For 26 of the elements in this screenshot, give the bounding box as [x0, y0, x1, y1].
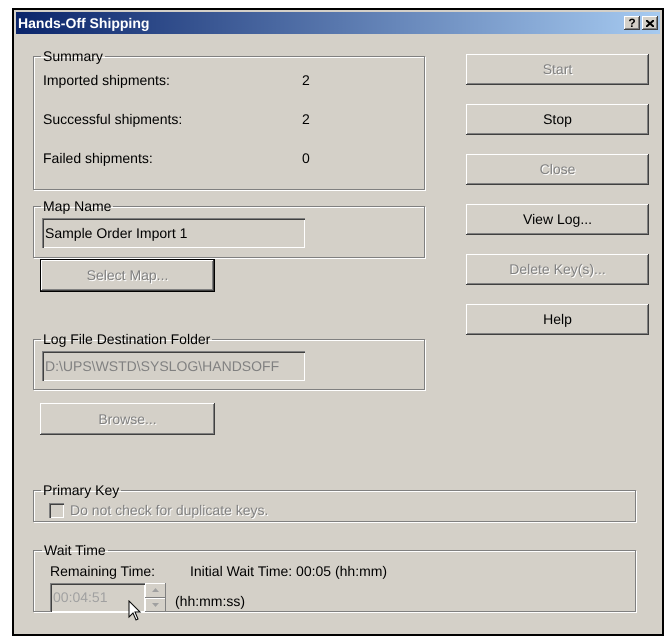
group-label: Wait Time: [43, 541, 107, 560]
down-arrow-icon[interactable]: [145, 598, 166, 612]
help-button[interactable]: ?: [624, 16, 640, 30]
close-button[interactable]: [642, 16, 658, 30]
group-label: Primary Key: [42, 481, 120, 500]
up-arrow-icon[interactable]: [145, 583, 166, 598]
remaining-time-label: Remaining Time:: [50, 562, 156, 581]
mouse-pointer-icon: [128, 600, 142, 622]
group-label: Map Name: [42, 197, 112, 216]
group-label: Summary: [42, 47, 104, 66]
summary-label: Successful shipments:: [43, 110, 184, 129]
summary-value: 0: [302, 148, 310, 168]
map-name-field[interactable]: Sample Order Import 1: [42, 218, 305, 248]
window-title: Hands-Off Shipping: [18, 14, 150, 33]
summary-value: 2: [302, 70, 310, 90]
action-button[interactable]: View Log...: [466, 204, 649, 235]
close-icon: [646, 20, 654, 26]
action-button[interactable]: Help: [466, 304, 649, 335]
initial-wait-time-text: Initial Wait Time: 00:05 (hh:mm): [190, 562, 388, 581]
group-label: Log File Destination Folder: [42, 330, 212, 349]
action-button[interactable]: Stop: [466, 104, 649, 135]
time-format-label: (hh:mm:ss): [175, 592, 245, 611]
summary-label: Imported shipments:: [43, 70, 171, 90]
spin-buttons[interactable]: [145, 583, 166, 612]
summary-value: 2: [302, 110, 310, 128]
summary-label: Failed shipments:: [43, 148, 154, 168]
